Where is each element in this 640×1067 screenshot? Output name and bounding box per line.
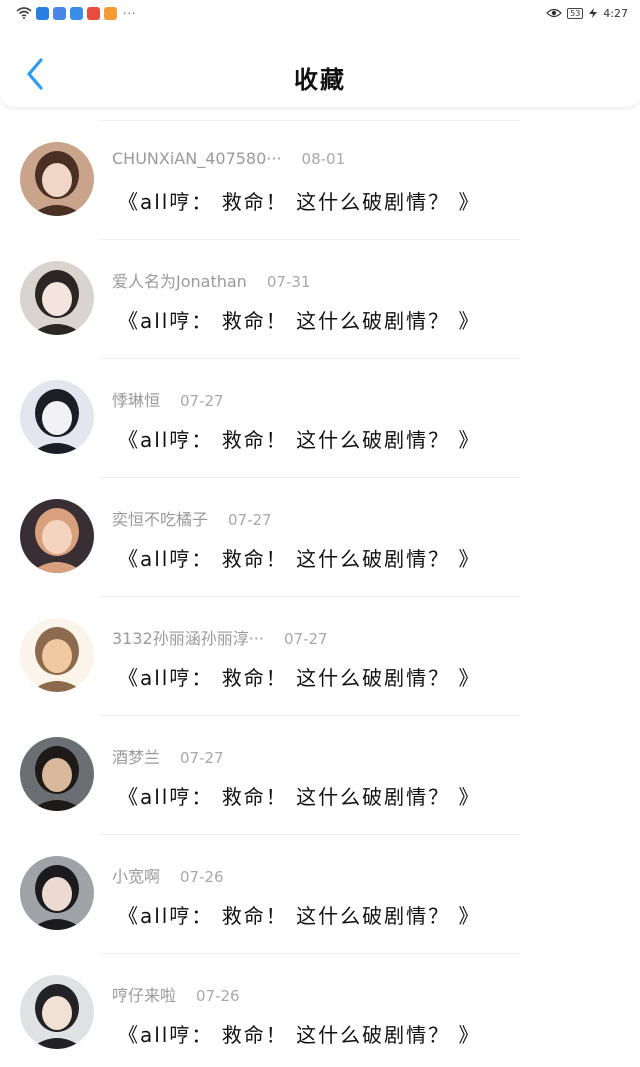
list-item[interactable]: 爱人名为Jonathan 07-31 《all哼： 救命！ 这什么破剧情？ 》 [0,239,640,358]
item-meta: 悸琳恒 07-27 [112,387,224,411]
status-bar: ··· 53 4:27 [0,0,640,26]
date: 07-27 [228,511,272,529]
favorite-title[interactable]: 《all哼： 救命！ 这什么破剧情？ 》 [118,781,480,810]
item-meta: 哼仔来啦 07-26 [112,982,240,1006]
app-icon [36,6,49,20]
status-time: 4:27 [603,6,628,20]
app-icon [87,6,100,20]
app-icon [53,6,66,20]
eye-icon [546,8,562,18]
list-item[interactable]: 奕恒不吃橘子 07-27 《all哼： 救命！ 这什么破剧情？ 》 [0,477,640,596]
favorite-title[interactable]: 《all哼： 救命！ 这什么破剧情？ 》 [118,305,480,334]
status-left: ··· [16,6,137,20]
date: 07-26 [196,987,240,1005]
date: 07-27 [283,630,328,648]
avatar[interactable] [20,618,94,692]
avatar[interactable] [20,380,94,454]
avatar[interactable] [20,142,94,216]
username[interactable]: 爱人名为Jonathan [112,268,247,292]
avatar[interactable] [20,261,94,335]
item-meta: CHUNXiAN_407580··· 08-01 [112,149,345,168]
favorite-title[interactable]: 《all哼： 救命！ 这什么破剧情？ 》 [118,662,480,691]
list-item[interactable]: 3132孙丽涵孙丽淳··· 07-27 《all哼： 救命！ 这什么破剧情？ 》 [0,596,640,715]
username[interactable]: 小宽啊 [112,863,160,887]
item-meta: 奕恒不吃橘子 07-27 [112,506,272,530]
username[interactable]: 3132孙丽涵孙丽淳··· [112,625,264,649]
item-meta: 小宽啊 07-26 [112,863,224,887]
list-item[interactable]: CHUNXiAN_407580··· 08-01 《all哼： 救命！ 这什么破… [0,120,640,239]
divider [100,715,520,716]
favorite-title[interactable]: 《all哼： 救命！ 这什么破剧情？ 》 [118,424,480,453]
battery-icon: 53 [567,7,584,19]
avatar[interactable] [20,856,94,930]
item-meta: 酒梦兰 07-27 [112,744,224,768]
item-meta: 爱人名为Jonathan 07-31 [112,268,310,292]
favorites-list: CHUNXiAN_407580··· 08-01 《all哼： 救命！ 这什么破… [0,120,640,1067]
username[interactable]: 哼仔来啦 [112,982,176,1006]
divider [100,596,520,597]
username[interactable]: 酒梦兰 [112,744,160,768]
divider [100,358,520,359]
list-item[interactable]: 悸琳恒 07-27 《all哼： 救命！ 这什么破剧情？ 》 [0,358,640,477]
date: 08-01 [301,150,346,168]
divider [100,834,520,835]
app-icon [104,6,117,20]
divider [100,953,520,954]
app-icon [70,6,83,20]
item-meta: 3132孙丽涵孙丽淳··· 07-27 [112,625,328,649]
divider [100,239,520,240]
date: 07-26 [180,868,224,886]
favorite-title[interactable]: 《all哼： 救命！ 这什么破剧情？ 》 [118,900,480,929]
username[interactable]: 奕恒不吃橘子 [112,506,208,530]
status-right: 53 4:27 [546,7,628,20]
date: 07-31 [266,273,311,291]
list-item[interactable]: 小宽啊 07-26 《all哼： 救命！ 这什么破剧情？ 》 [0,834,640,953]
charging-icon [589,8,598,18]
date: 07-27 [180,749,224,767]
avatar[interactable] [20,499,94,573]
date: 07-27 [180,392,224,410]
list-item[interactable]: 酒梦兰 07-27 《all哼： 救命！ 这什么破剧情？ 》 [0,715,640,834]
wifi-icon [16,7,32,19]
username[interactable]: CHUNXiAN_407580··· [112,149,282,168]
page-title: 收藏 [294,66,346,94]
divider [100,477,520,478]
avatar[interactable] [20,737,94,811]
status-more-icon: ··· [123,6,137,20]
favorite-title[interactable]: 《all哼： 救命！ 这什么破剧情？ 》 [118,1019,480,1048]
avatar[interactable] [20,975,94,1049]
favorite-title[interactable]: 《all哼： 救命！ 这什么破剧情？ 》 [118,543,480,572]
list-item[interactable]: 哼仔来啦 07-26 《all哼： 救命！ 这什么破剧情？ 》 [0,953,640,1067]
header: 收藏 [0,26,640,108]
username[interactable]: 悸琳恒 [112,387,160,411]
favorite-title[interactable]: 《all哼： 救命！ 这什么破剧情？ 》 [118,186,480,215]
divider [100,120,520,121]
